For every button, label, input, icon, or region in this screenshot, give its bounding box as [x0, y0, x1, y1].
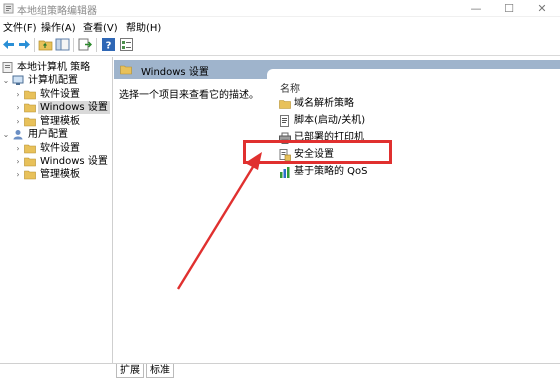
- tab-extended[interactable]: 扩展: [116, 364, 144, 378]
- annotation-arrow: [176, 152, 262, 290]
- tab-standard[interactable]: 标准: [146, 364, 174, 378]
- view-tabs-bar: 扩展 标准: [0, 363, 560, 379]
